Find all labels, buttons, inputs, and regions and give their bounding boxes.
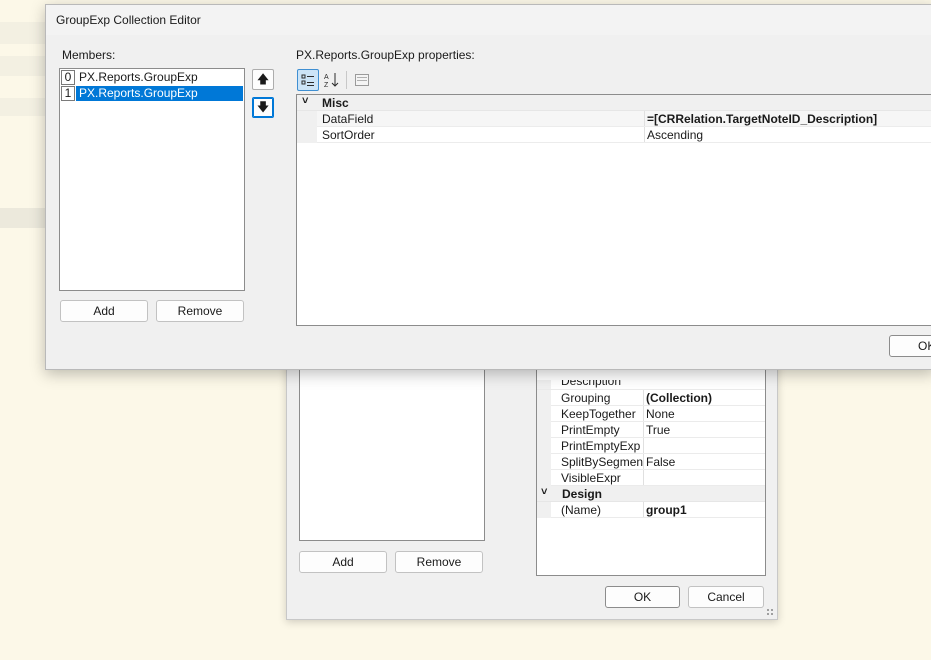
move-up-button[interactable]: 🡅 — [252, 69, 274, 90]
resize-grip[interactable] — [766, 608, 774, 616]
category-design[interactable]: ˅ Design — [537, 486, 765, 502]
property-row-visibleexpr[interactable]: VisibleExpr — [537, 470, 765, 486]
properties-label: PX.Reports.GroupExp properties: — [296, 48, 475, 62]
categorized-button[interactable] — [297, 69, 319, 91]
property-row-printemptyexp[interactable]: PrintEmptyExp — [537, 438, 765, 454]
property-row-grouping[interactable]: Grouping (Collection) — [537, 390, 765, 406]
add-button[interactable]: Add — [60, 300, 148, 322]
property-pages-button[interactable] — [351, 69, 373, 91]
arrow-up-icon: 🡅 — [256, 72, 270, 86]
groupexp-collection-editor-dialog: GroupExp Collection Editor Members: PX.R… — [45, 4, 931, 370]
members-list[interactable] — [299, 351, 485, 541]
svg-text:Z: Z — [324, 82, 329, 88]
members-list[interactable]: 0 PX.Reports.GroupExp 1 PX.Reports.Group… — [59, 68, 245, 291]
category-misc[interactable]: ˅ Misc — [297, 95, 931, 111]
property-row-splitbysegments[interactable]: SplitBySegments False — [537, 454, 765, 470]
arrow-down-icon: 🡇 — [256, 100, 270, 114]
cancel-button[interactable]: Cancel — [688, 586, 764, 608]
remove-button[interactable]: Remove — [156, 300, 244, 322]
add-button[interactable]: Add — [299, 551, 387, 573]
title-bar[interactable]: GroupExp Collection Editor — [46, 5, 931, 35]
move-down-button[interactable]: 🡇 — [252, 97, 274, 118]
property-row-datafield[interactable]: DataField =[CRRelation.TargetNoteID_Desc… — [297, 111, 931, 127]
alphabetical-button[interactable]: A Z — [321, 69, 343, 91]
ok-button[interactable]: OK — [605, 586, 680, 608]
property-row[interactable]: Description — [537, 380, 765, 390]
property-row-printempty[interactable]: PrintEmpty True — [537, 422, 765, 438]
chevron-down-icon[interactable]: ˅ — [541, 486, 547, 498]
property-row-keeptogether[interactable]: KeepTogether None — [537, 406, 765, 422]
categorized-icon — [301, 74, 314, 86]
svg-text:A: A — [324, 74, 329, 81]
alphabetical-icon: A Z — [324, 73, 339, 89]
property-pages-icon — [355, 74, 369, 86]
members-label: Members: — [62, 48, 116, 62]
member-index: 0 — [61, 70, 75, 85]
remove-button[interactable]: Remove — [395, 551, 483, 573]
group-collection-editor-dialog: Description Grouping (Collection) KeepTo… — [286, 330, 778, 620]
property-row-name[interactable]: (Name) group1 — [537, 502, 765, 518]
list-item[interactable]: 0 PX.Reports.GroupExp — [61, 70, 243, 85]
member-name: PX.Reports.GroupExp — [79, 70, 198, 84]
property-grid[interactable]: ˅ Misc DataField =[CRRelation.TargetNote… — [296, 94, 931, 326]
ok-button[interactable]: OK — [889, 335, 931, 357]
property-grid[interactable]: Description Grouping (Collection) KeepTo… — [536, 351, 766, 576]
chevron-down-icon[interactable]: ˅ — [302, 95, 308, 107]
dialog-title: GroupExp Collection Editor — [56, 13, 201, 27]
property-row-sortorder[interactable]: SortOrder Ascending — [297, 127, 931, 143]
list-item[interactable]: 1 PX.Reports.GroupExp — [61, 86, 243, 101]
member-name: PX.Reports.GroupExp — [76, 86, 243, 101]
member-index: 1 — [61, 86, 75, 101]
